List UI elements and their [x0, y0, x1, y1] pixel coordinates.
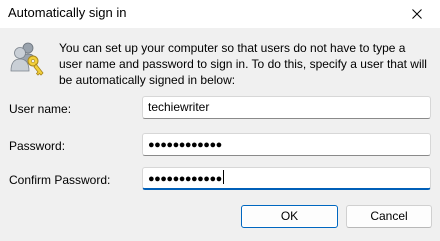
confirm-password-value: ●●●●●●●●●●●● — [148, 173, 222, 185]
text-caret — [222, 170, 224, 184]
username-value: techiewriter — [148, 100, 210, 114]
confirm-password-field[interactable]: ●●●●●●●●●●●● — [142, 167, 431, 190]
close-button[interactable] — [394, 0, 440, 28]
autologon-dialog: Automatically sign in You can set up you… — [0, 0, 440, 241]
users-keys-icon — [10, 42, 44, 76]
username-field[interactable]: techiewriter — [142, 96, 431, 119]
window-title: Automatically sign in — [8, 5, 127, 20]
close-icon — [412, 9, 422, 19]
cancel-button[interactable]: Cancel — [346, 205, 432, 228]
password-value: ●●●●●●●●●●●● — [148, 139, 222, 151]
title-bar: Automatically sign in — [0, 0, 440, 28]
password-field[interactable]: ●●●●●●●●●●●● — [142, 133, 431, 156]
ok-button[interactable]: OK — [241, 205, 338, 228]
instructions-text: You can set up your computer so that use… — [59, 41, 427, 87]
password-label: Password: — [9, 139, 66, 153]
username-label: User name: — [9, 102, 72, 116]
confirm-password-label: Confirm Password: — [9, 173, 111, 187]
